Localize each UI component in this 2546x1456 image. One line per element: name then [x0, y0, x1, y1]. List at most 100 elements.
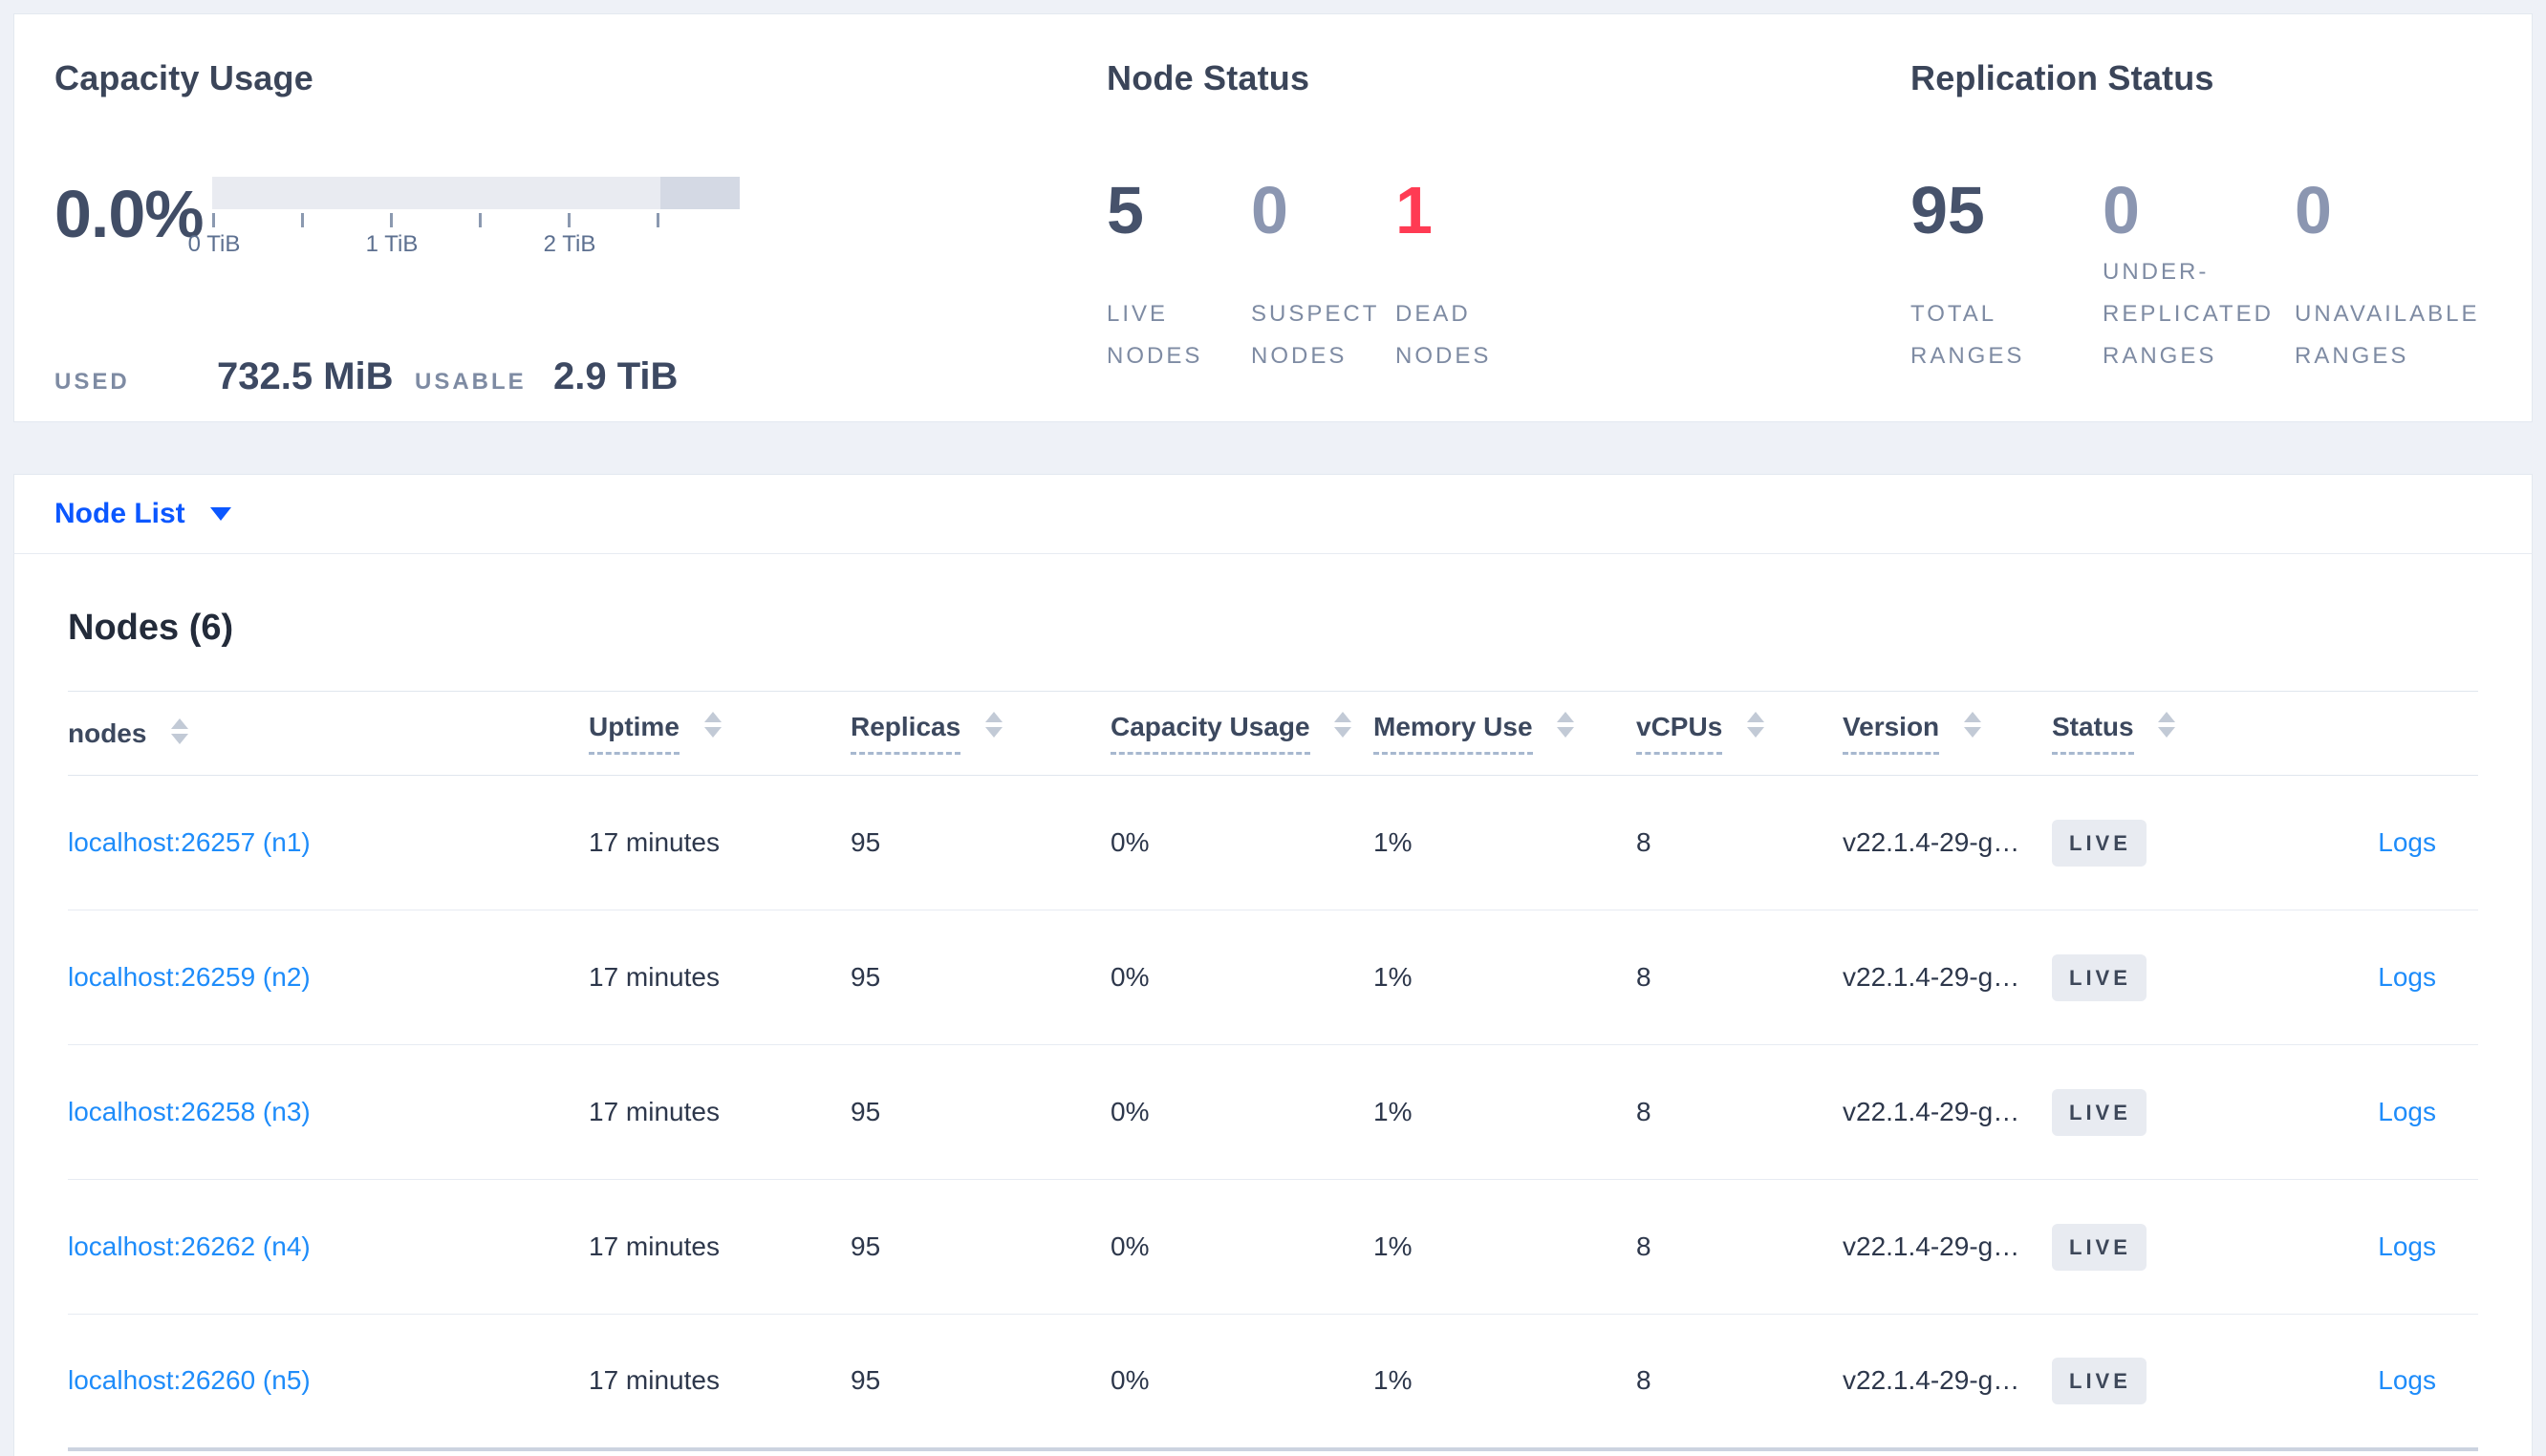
cluster-summary-panel: Capacity Usage 0.0% 0 TiB 1 TiB 2 TiB US…	[13, 13, 2533, 422]
column-header-logs	[2272, 691, 2478, 776]
total-ranges-label: TOTAL RANGES	[1910, 301, 2025, 369]
cell-uptime: 17 minutes	[589, 1314, 851, 1451]
node-link[interactable]: localhost:26262 (n4)	[68, 1231, 311, 1261]
logs-link[interactable]: Logs	[2378, 1365, 2436, 1395]
node-status-stats: 5 LIVE NODES 0 SUSPECT NODES 1 DEAD NODE…	[1107, 177, 1910, 377]
column-header-vcpus[interactable]: vCPUs	[1636, 691, 1843, 776]
node-list-dropdown[interactable]: Node List	[54, 498, 231, 530]
tick-label-0: 0 TiB	[187, 231, 241, 257]
logs-link[interactable]: Logs	[2378, 827, 2436, 857]
usable-value: 2.9 TiB	[553, 355, 679, 397]
dead-nodes-stat: 1 DEAD NODES	[1395, 177, 1540, 377]
cell-capacity: 0%	[1111, 1314, 1373, 1451]
column-header-memory-use[interactable]: Memory Use	[1373, 691, 1636, 776]
capacity-usage-chart: 0.0% 0 TiB 1 TiB 2 TiB	[54, 177, 1107, 264]
sort-icon	[2158, 712, 2176, 739]
total-ranges-value: 95	[1910, 173, 1985, 247]
table-row-n4: localhost:26262 (n4) 17 minutes 95 0% 1%…	[68, 1179, 2478, 1315]
cell-replicas: 95	[851, 1314, 1111, 1451]
capacity-bar: 0 TiB 1 TiB 2 TiB	[188, 177, 740, 264]
unavailable-ranges-stat: 0 UNAVAILABLE RANGES	[2295, 177, 2487, 377]
table-header-row: nodes Uptime Replicas Capacity Usage Mem…	[68, 691, 2478, 776]
column-header-version[interactable]: Version	[1843, 691, 2052, 776]
status-badge: LIVE	[2052, 1088, 2147, 1136]
cell-capacity: 0%	[1111, 1179, 1373, 1315]
total-ranges-stat: 95 TOTAL RANGES	[1910, 177, 2103, 377]
cell-replicas: 95	[851, 1179, 1111, 1315]
sort-icon	[1557, 712, 1575, 739]
node-link[interactable]: localhost:26259 (n2)	[68, 962, 311, 992]
cell-memory: 1%	[1373, 1179, 1636, 1315]
table-row-n1: localhost:26257 (n1) 17 minutes 95 0% 1%…	[68, 775, 2478, 910]
dead-nodes-value: 1	[1395, 173, 1433, 247]
status-badge: LIVE	[2052, 819, 2147, 867]
capacity-bar-tick-labels: 0 TiB 1 TiB 2 TiB	[188, 231, 740, 264]
tick-label-1: 1 TiB	[365, 231, 419, 257]
column-header-replicas[interactable]: Replicas	[851, 691, 1111, 776]
cell-vcpus: 8	[1636, 910, 1843, 1045]
cell-version: v22.1.4-29-g…	[1843, 1179, 2052, 1315]
column-header-capacity-usage[interactable]: Capacity Usage	[1111, 691, 1373, 776]
unavailable-ranges-value: 0	[2295, 173, 2332, 247]
cell-vcpus: 8	[1636, 1179, 1843, 1315]
node-status-section: Node Status 5 LIVE NODES 0 SUSPECT NODES…	[1107, 14, 1910, 421]
nodes-table: nodes Uptime Replicas Capacity Usage Mem…	[68, 691, 2478, 1451]
status-badge: LIVE	[2052, 1357, 2147, 1404]
cell-capacity: 0%	[1111, 910, 1373, 1045]
sort-icon	[1747, 712, 1765, 739]
table-row-n3: localhost:26258 (n3) 17 minutes 95 0% 1%…	[68, 1044, 2478, 1180]
cell-capacity: 0%	[1111, 775, 1373, 910]
cell-memory: 1%	[1373, 910, 1636, 1045]
cell-version: v22.1.4-29-g…	[1843, 775, 2052, 910]
capacity-bar-track	[212, 177, 740, 209]
logs-link[interactable]: Logs	[2378, 962, 2436, 992]
column-header-nodes[interactable]: nodes	[68, 691, 589, 776]
column-header-status[interactable]: Status	[2052, 691, 2272, 776]
dead-nodes-label: DEAD NODES	[1395, 301, 1492, 369]
suspect-nodes-value: 0	[1251, 173, 1288, 247]
status-badge: LIVE	[2052, 1223, 2147, 1271]
suspect-nodes-label: SUSPECT NODES	[1251, 301, 1379, 369]
tick-label-2: 2 TiB	[543, 231, 596, 257]
cluster-overview-page: Capacity Usage 0.0% 0 TiB 1 TiB 2 TiB US…	[0, 13, 2546, 1456]
status-badge: LIVE	[2052, 953, 2147, 1001]
replication-status-title: Replication Status	[1910, 58, 2214, 97]
usable-label: USABLE	[415, 369, 527, 395]
replication-status-stats: 95 TOTAL RANGES 0 UNDER-REPLICATED RANGE…	[1910, 177, 2532, 377]
cell-uptime: 17 minutes	[589, 910, 851, 1045]
cell-memory: 1%	[1373, 1044, 1636, 1180]
cell-version: v22.1.4-29-g…	[1843, 1044, 2052, 1180]
column-header-uptime[interactable]: Uptime	[589, 691, 851, 776]
cell-uptime: 17 minutes	[589, 775, 851, 910]
live-nodes-label: LIVE NODES	[1107, 301, 1203, 369]
unavailable-ranges-label: UNAVAILABLE RANGES	[2295, 301, 2480, 369]
used-label: USED	[54, 369, 130, 395]
cell-uptime: 17 minutes	[589, 1044, 851, 1180]
node-link[interactable]: localhost:26257 (n1)	[68, 827, 311, 857]
nodes-table-title: Nodes (6)	[68, 608, 234, 648]
node-status-title: Node Status	[1107, 58, 1310, 97]
cell-version: v22.1.4-29-g…	[1843, 1314, 2052, 1451]
sort-icon	[171, 717, 189, 744]
capacity-usage-section: Capacity Usage 0.0% 0 TiB 1 TiB 2 TiB US…	[14, 14, 1107, 421]
logs-link[interactable]: Logs	[2378, 1231, 2436, 1261]
nodes-table-panel: Nodes (6) nodes Uptime Replicas Capacity…	[13, 554, 2533, 1456]
node-link[interactable]: localhost:26258 (n3)	[68, 1097, 311, 1126]
sort-icon	[1963, 712, 1981, 739]
live-nodes-value: 5	[1107, 173, 1144, 247]
cell-memory: 1%	[1373, 775, 1636, 910]
cell-replicas: 95	[851, 910, 1111, 1045]
used-value: 732.5 MiB	[217, 355, 394, 397]
under-replicated-ranges-stat: 0 UNDER-REPLICATED RANGES	[2103, 177, 2295, 377]
cell-version: v22.1.4-29-g…	[1843, 910, 2052, 1045]
cell-capacity: 0%	[1111, 1044, 1373, 1180]
suspect-nodes-stat: 0 SUSPECT NODES	[1251, 177, 1395, 377]
logs-link[interactable]: Logs	[2378, 1097, 2436, 1126]
sort-icon	[703, 712, 722, 739]
replication-status-section: Replication Status 95 TOTAL RANGES 0 UND…	[1910, 14, 2532, 421]
node-list-dropdown-label: Node List	[54, 498, 185, 529]
cell-replicas: 95	[851, 775, 1111, 910]
node-link[interactable]: localhost:26260 (n5)	[68, 1365, 311, 1395]
capacity-used-usable-row: USED 732.5 MiB USABLE 2.9 TiB	[54, 355, 1107, 398]
cell-vcpus: 8	[1636, 1044, 1843, 1180]
